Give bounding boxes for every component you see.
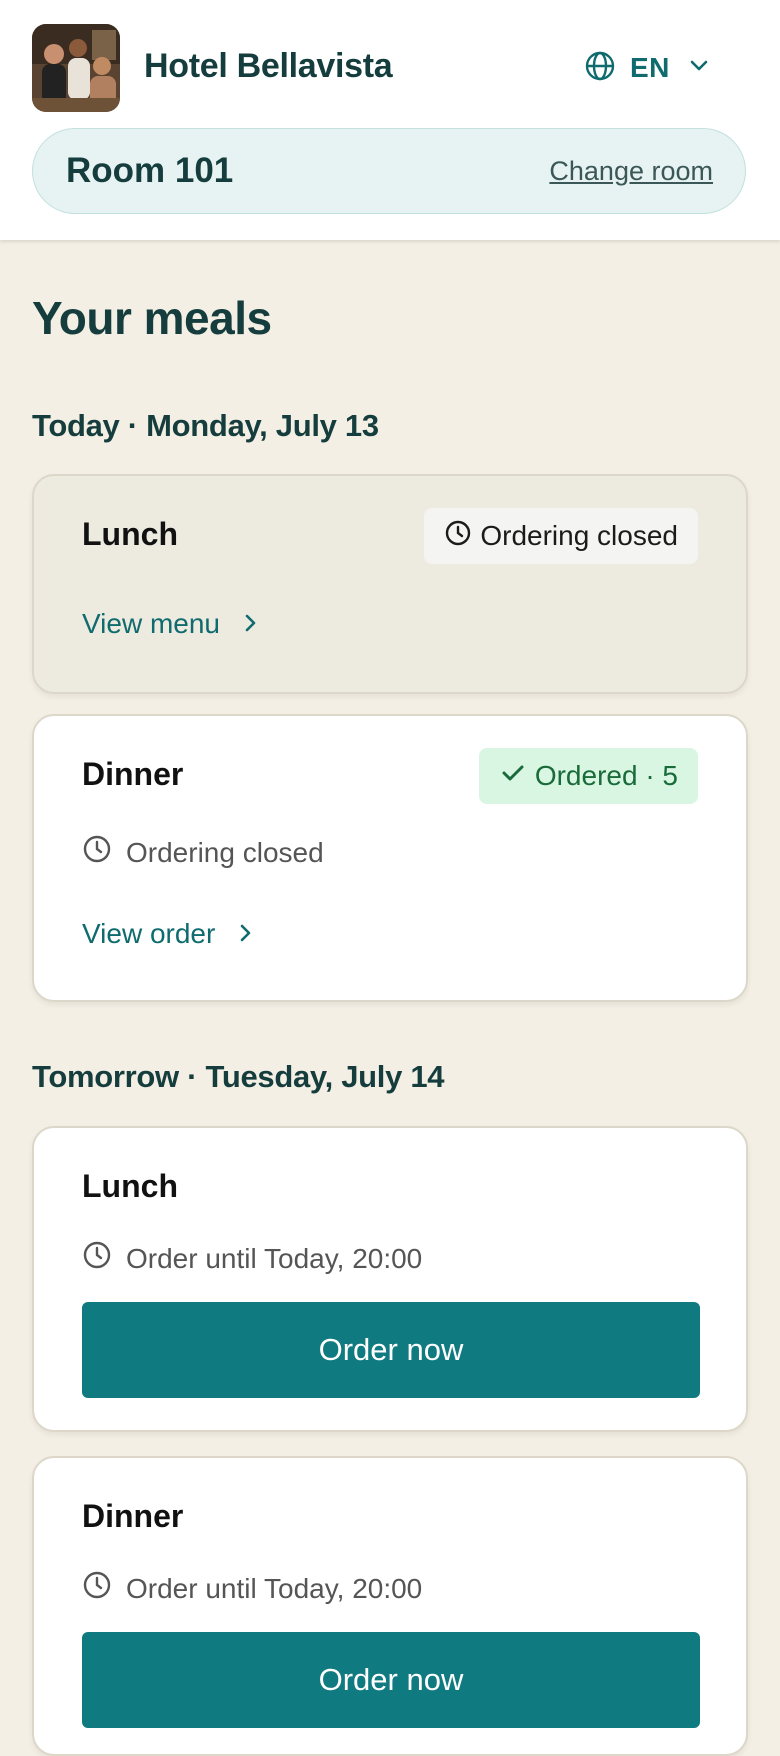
order-deadline-label: Order until Today, 20:00 (126, 1572, 423, 1604)
order-deadline-label: Order until Today, 20:00 (126, 1242, 423, 1274)
meal-name: Dinner (82, 756, 184, 792)
app-header: Hotel Bellavista EN Room 101 Change room (0, 0, 780, 240)
chevron-right-icon (215, 918, 255, 950)
hotel-name: Hotel Bellavista (144, 47, 393, 85)
clock-icon (444, 519, 480, 554)
meal-name: Lunch (82, 1168, 178, 1204)
change-room-link[interactable]: Change room (549, 156, 713, 187)
chevron-right-icon (220, 608, 260, 640)
language-selector[interactable]: EN (584, 48, 710, 88)
hotel-photo (32, 24, 120, 112)
meal-name: Dinner (82, 1498, 184, 1534)
day-heading-tomorrow: Tomorrow · Tuesday, July 14 (32, 1059, 445, 1094)
view-menu-link[interactable]: View menu (82, 608, 260, 640)
view-order-label: View order (82, 918, 216, 949)
meal-name: Lunch (82, 516, 178, 552)
status-badge: Ordering closed (424, 508, 698, 564)
clock-icon (82, 834, 126, 871)
chevron-down-icon (688, 55, 710, 82)
view-order-link[interactable]: View order (82, 918, 255, 950)
meal-card-tomorrow-dinner: Dinner Order until Today, 20:00 Order no… (32, 1456, 748, 1756)
meal-card-tomorrow-lunch: Lunch Order until Today, 20:00 Order now (32, 1126, 748, 1432)
language-code: EN (630, 52, 670, 83)
clock-icon (82, 1570, 126, 1607)
clock-icon (82, 1240, 126, 1277)
meal-card-today-dinner: Dinner Ordered · 5 Ordering closed View … (32, 714, 748, 1002)
status-badge-label: Ordering closed (480, 520, 678, 551)
room-label: Room 101 (66, 151, 234, 190)
globe-icon (584, 50, 616, 87)
order-deadline: Order until Today, 20:00 (82, 1570, 422, 1607)
ordering-status: Ordering closed (82, 834, 324, 871)
order-now-button[interactable]: Order now (82, 1632, 700, 1728)
ordered-badge-label: Ordered · 5 (534, 760, 678, 791)
view-menu-label: View menu (82, 608, 221, 639)
ordered-badge: Ordered · 5 (478, 748, 698, 804)
ordering-status-label: Ordering closed (126, 836, 324, 868)
order-now-button[interactable]: Order now (82, 1302, 700, 1398)
order-deadline: Order until Today, 20:00 (82, 1240, 422, 1277)
page-title: Your meals (32, 292, 272, 344)
room-bar: Room 101 Change room (32, 128, 746, 214)
meal-card-today-lunch: Lunch Ordering closed View menu (32, 474, 748, 694)
check-icon (499, 759, 535, 794)
day-heading-today: Today · Monday, July 13 (32, 408, 379, 443)
